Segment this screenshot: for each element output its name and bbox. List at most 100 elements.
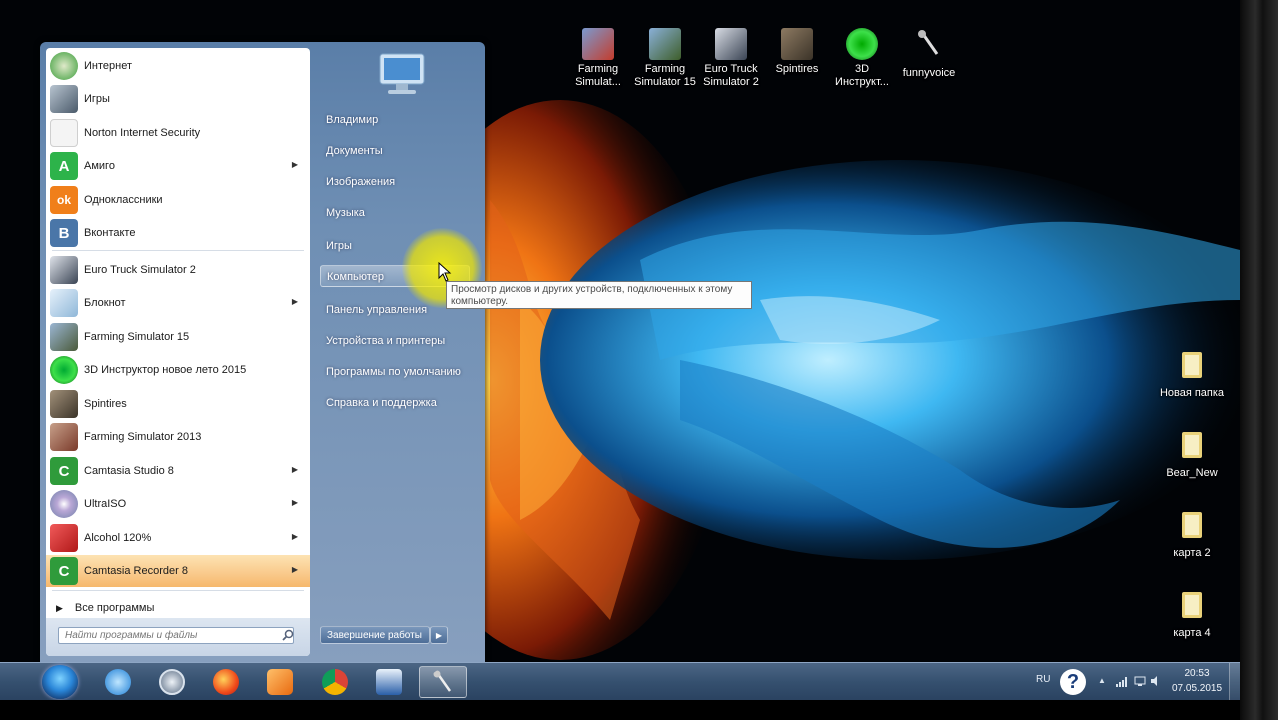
alcohol-icon	[50, 524, 78, 552]
search-area	[46, 618, 310, 656]
search-icon[interactable]	[282, 629, 294, 641]
start-menu-programs-pane: Интернет Игры Norton Internet Security A…	[46, 48, 310, 656]
taskbar-app-window[interactable]	[365, 666, 413, 698]
place-documents[interactable]: Документы	[326, 145, 383, 157]
program-item-farming-2013[interactable]: Farming Simulator 2013	[46, 421, 310, 453]
place-music[interactable]: Музыка	[326, 207, 365, 219]
submenu-arrow-icon: ▶	[291, 565, 298, 574]
place-devices-printers[interactable]: Устройства и принтеры	[326, 335, 445, 347]
show-desktop-button[interactable]	[1229, 663, 1240, 700]
euro-truck-icon	[715, 28, 747, 60]
show-hidden-icons-icon[interactable]: ▲	[1098, 676, 1106, 685]
taskbar-funnyvoice[interactable]	[419, 666, 467, 698]
program-item-spintires[interactable]: Spintires	[46, 388, 310, 420]
microphone-icon	[433, 670, 452, 692]
place-user[interactable]: Владимир	[326, 114, 378, 126]
internet-explorer-icon	[105, 669, 131, 695]
desktop-icon-label: Euro Truck Simulator 2	[703, 63, 759, 88]
program-item-euro-truck[interactable]: Euro Truck Simulator 2	[46, 254, 310, 286]
place-help-support[interactable]: Справка и поддержка	[326, 397, 437, 409]
place-games[interactable]: Игры	[326, 240, 352, 252]
desktop-icon[interactable]: карта 2	[1158, 508, 1226, 560]
program-item-farming-15[interactable]: Farming Simulator 15	[46, 321, 310, 353]
program-item-internet[interactable]: Интернет	[46, 50, 310, 82]
program-label: Амиго	[84, 160, 115, 172]
desktop-icon[interactable]: Spintires	[763, 28, 831, 76]
all-programs-button[interactable]: ▶ Все программы	[46, 596, 310, 620]
program-item-notepad[interactable]: Блокнот ▶	[46, 287, 310, 319]
program-label: Spintires	[84, 398, 127, 410]
submenu-arrow-icon: ▶	[291, 297, 298, 306]
program-item-norton[interactable]: Norton Internet Security	[46, 117, 310, 149]
program-item-games[interactable]: Игры	[46, 83, 310, 115]
start-menu-places-pane: Владимир Документы Изображения Музыка Иг…	[314, 42, 485, 662]
mouse-cursor-icon	[438, 262, 452, 282]
volume-icon[interactable]	[1150, 675, 1162, 687]
screen-border-right	[1240, 0, 1278, 720]
clock-time[interactable]: 20:53	[1172, 668, 1222, 679]
taskbar-yandex[interactable]	[202, 666, 250, 698]
taskbar-hp[interactable]	[148, 666, 196, 698]
shutdown-options-button[interactable]: ▶	[430, 626, 448, 644]
place-control-panel[interactable]: Панель управления	[326, 304, 427, 316]
ultraiso-icon	[50, 490, 78, 518]
language-indicator[interactable]: RU	[1036, 674, 1050, 685]
desktop-icon-label: funnyvoice	[902, 67, 956, 79]
program-label: UltraISO	[84, 498, 127, 510]
desktop-icon[interactable]: funnyvoice	[895, 28, 963, 80]
place-pictures[interactable]: Изображения	[326, 176, 395, 188]
3d-instructor-icon	[50, 356, 78, 384]
taskbar: RU ? ▲ 20:53 07.05.2015	[0, 662, 1240, 700]
farming-simulator-15-icon	[50, 323, 78, 351]
signal-icon[interactable]	[1116, 677, 1128, 687]
vkontakte-icon: B	[50, 219, 78, 247]
desktop-icon-label: карта 2	[1173, 547, 1211, 559]
network-icon[interactable]	[1134, 675, 1146, 687]
program-label: Farming Simulator 15	[84, 331, 190, 343]
program-item-odnoklassniki[interactable]: ok Одноклассники	[46, 184, 310, 216]
system-tray: RU ? ▲ 20:53 07.05.2015	[1030, 663, 1240, 700]
taskbar-internet-explorer[interactable]	[94, 666, 142, 698]
place-default-programs[interactable]: Программы по умолчанию	[326, 366, 461, 378]
desktop-icon-label: Farming Simulator 15	[634, 63, 696, 88]
program-label: Camtasia Studio 8	[84, 465, 174, 477]
desktop-icon-label: Farming Simulat...	[575, 63, 621, 88]
desktop[interactable]: Farming Simulat... Farming Simulator 15 …	[0, 0, 1240, 700]
program-item-alcohol[interactable]: Alcohol 120% ▶	[46, 522, 310, 554]
program-label: Вконтакте	[84, 227, 136, 239]
desktop-icon-label: карта 4	[1173, 627, 1211, 639]
taskbar-media-player[interactable]	[256, 666, 304, 698]
spintires-icon	[781, 28, 813, 60]
farming-simulator-icon	[582, 28, 614, 60]
program-item-vkontakte[interactable]: B Вконтакте	[46, 217, 310, 249]
folder-icon	[1182, 592, 1202, 618]
program-item-ultraiso[interactable]: UltraISO ▶	[46, 488, 310, 520]
desktop-icon[interactable]: Новая папка	[1158, 348, 1226, 400]
program-item-amigo[interactable]: A Амиго ▶	[46, 150, 310, 182]
start-button[interactable]	[42, 665, 78, 699]
desktop-icon[interactable]: Farming Simulator 15	[631, 28, 699, 89]
search-input[interactable]	[58, 627, 294, 644]
desktop-icon[interactable]: Farming Simulat...	[564, 28, 632, 89]
desktop-icon[interactable]: 3D Инструкт...	[828, 28, 896, 89]
program-item-camtasia-recorder[interactable]: C Camtasia Recorder 8 ▶	[46, 555, 310, 587]
shutdown-button[interactable]: Завершение работы	[320, 626, 430, 644]
desktop-icon[interactable]: карта 4	[1158, 588, 1226, 640]
folder-icon	[1182, 432, 1202, 458]
norton-icon	[50, 119, 78, 147]
internet-icon	[50, 52, 78, 80]
program-label: Alcohol 120%	[84, 532, 152, 544]
desktop-icon[interactable]: Euro Truck Simulator 2	[697, 28, 765, 89]
clock-date[interactable]: 07.05.2015	[1172, 683, 1222, 694]
taskbar-chrome[interactable]	[311, 666, 359, 698]
start-menu: Интернет Игры Norton Internet Security A…	[40, 42, 485, 662]
farming-simulator-15-icon	[649, 28, 681, 60]
help-icon[interactable]: ?	[1060, 669, 1086, 695]
desktop-icon[interactable]: Bear_New	[1158, 428, 1226, 480]
games-icon	[50, 85, 78, 113]
program-label: Игры	[84, 93, 110, 105]
program-label: Euro Truck Simulator 2	[84, 264, 196, 276]
program-item-camtasia-studio[interactable]: C Camtasia Studio 8 ▶	[46, 455, 310, 487]
program-label: Интернет	[84, 60, 132, 72]
program-item-3d-instructor[interactable]: 3D Инструктор новое лето 2015	[46, 354, 310, 386]
